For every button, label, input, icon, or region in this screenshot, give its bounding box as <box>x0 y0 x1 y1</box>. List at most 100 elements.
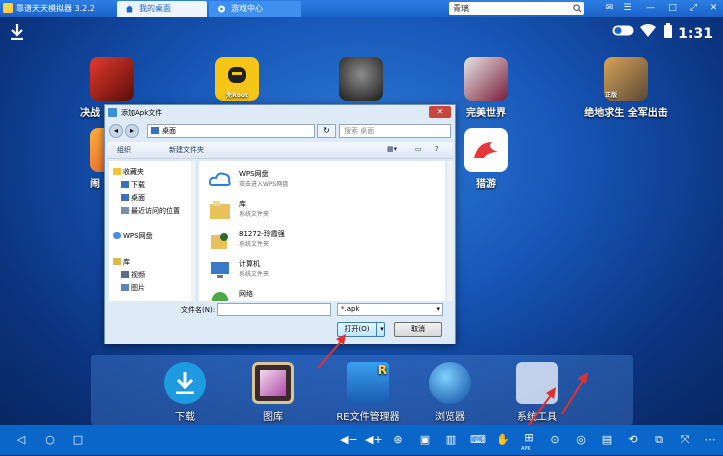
skin-icon[interactable]: ✉ <box>604 3 615 14</box>
location-icon[interactable]: ⊙ <box>548 433 562 447</box>
chevron-down-icon: ▾ <box>436 305 440 313</box>
dock-label: RE文件管理器 <box>336 412 400 423</box>
dock-label: 图库 <box>263 412 283 423</box>
tab-game-center[interactable]: 游戏中心 <box>209 1 301 17</box>
keyboard-icon[interactable]: ⌨ <box>470 433 486 447</box>
gamepad-tool-icon[interactable]: ⊛ <box>391 433 405 447</box>
add-apk-icon[interactable]: ⊞ APK <box>521 431 536 452</box>
nav-desktop[interactable]: 桌面 <box>131 193 145 203</box>
open-dropdown-button[interactable]: ▾ <box>376 322 387 337</box>
folder-icon <box>151 127 159 134</box>
organize-menu[interactable]: 组织 <box>117 145 131 155</box>
shark-icon <box>474 142 498 158</box>
dialog-app-icon <box>108 108 117 117</box>
rotate-icon[interactable]: ⟲ <box>626 433 640 447</box>
back-icon[interactable]: ◁ <box>14 433 28 447</box>
volume-down-icon[interactable]: ◀− <box>340 433 358 447</box>
dock-re-file-manager[interactable]: R RE文件管理器 <box>320 362 416 423</box>
address-bar[interactable]: 桌面 <box>147 124 315 138</box>
gamepad-icon <box>217 5 226 13</box>
file-sub: 双击进入WPS网盘 <box>239 181 289 188</box>
nav-library[interactable]: 库 <box>123 257 130 267</box>
annotation-arrow-tools <box>561 372 588 415</box>
app-icon-juezhan <box>90 57 134 101</box>
recents-icon[interactable]: □ <box>71 433 85 447</box>
file-type-value: *.apk <box>341 305 360 313</box>
new-folder-button[interactable]: 新建文件夹 <box>169 145 204 155</box>
volume-up-icon[interactable]: ◀+ <box>365 433 383 447</box>
fullscreen-button[interactable]: ⤢ <box>688 3 699 14</box>
nav-videos[interactable]: 视频 <box>131 270 145 280</box>
forward-button[interactable]: ▸ <box>125 124 139 138</box>
file-type-select[interactable]: *.apk ▾ <box>337 303 443 316</box>
app-root-tool[interactable]: 免Root <box>197 57 277 104</box>
nav-pictures[interactable]: 图片 <box>131 283 145 293</box>
star-icon <box>113 168 121 175</box>
help-icon[interactable]: ? <box>435 145 439 153</box>
nav-scrollbar[interactable] <box>191 161 196 301</box>
annotation-arrow-open <box>317 334 346 369</box>
nav-downloads[interactable]: 下载 <box>131 180 145 190</box>
dock-download[interactable]: 下载 <box>145 362 225 423</box>
home-button-icon[interactable]: ○ <box>43 433 57 447</box>
file-name: 计算机 <box>239 260 260 268</box>
dock-browser[interactable]: 浏览器 <box>410 362 490 423</box>
nav-wps-drive[interactable]: WPS网盘 <box>123 231 153 241</box>
app-logo <box>3 3 13 13</box>
file-sub: 系统文件夹 <box>239 211 270 218</box>
file-name: 库 <box>239 200 246 208</box>
screenshot-icon[interactable]: ◎ <box>574 433 588 447</box>
app-wanmei-shijie[interactable]: 完美世界 <box>446 57 526 119</box>
video-icon <box>121 271 129 278</box>
dialog-title: 添加Apk文件 <box>121 109 163 117</box>
search-input[interactable]: 青璃 <box>449 2 584 15</box>
multi-open-icon[interactable]: ⧉ <box>652 433 666 447</box>
tab-my-desktop[interactable]: 我的桌面 <box>117 1 207 17</box>
download-arrow-icon <box>176 372 194 394</box>
filename-input[interactable] <box>217 303 331 316</box>
root-badge: 免Root <box>226 92 248 99</box>
app-label: 完美世界 <box>466 108 506 119</box>
minimize-button[interactable]: — <box>645 3 656 14</box>
search-icon[interactable] <box>573 4 582 13</box>
library-folder-icon <box>210 201 230 219</box>
view-options-icon[interactable]: ▦▾ <box>387 145 397 153</box>
trash-icon[interactable]: ▥ <box>444 433 458 447</box>
back-button[interactable]: ◂ <box>109 124 123 138</box>
dialog-close-button[interactable]: ✕ <box>429 106 451 118</box>
dock-gallery[interactable]: 图库 <box>233 362 313 423</box>
library-icon <box>113 258 121 265</box>
wps-cloud-icon <box>209 172 231 186</box>
app-lieyou[interactable]: 猎游 <box>446 128 526 190</box>
shared-folder-icon[interactable]: ▤ <box>600 433 614 447</box>
more-icon[interactable]: ⋯ <box>703 433 717 447</box>
app-dark-game[interactable] <box>321 57 401 104</box>
cancel-button[interactable]: 取消 <box>394 322 442 337</box>
close-button[interactable]: ✕ <box>708 3 719 14</box>
nav-favorites[interactable]: 收藏夹 <box>123 167 144 177</box>
file-sub: 系统文件夹 <box>239 241 270 248</box>
menu-icon[interactable]: ☰ <box>622 3 633 14</box>
bee-icon <box>228 67 246 83</box>
status-time: 1:31 <box>678 26 713 42</box>
tab-label: 我的桌面 <box>139 4 171 13</box>
nav-recent[interactable]: 最近访问的位置 <box>131 206 180 216</box>
download-icon[interactable] <box>10 24 24 40</box>
re-letter-icon: R <box>377 363 387 377</box>
toggle-icon <box>612 25 634 36</box>
refresh-button[interactable]: ↻ <box>317 124 336 138</box>
app-icon-root: 免Root <box>215 57 259 101</box>
desktop-folder-icon <box>121 194 129 201</box>
shake-icon[interactable]: ✋ <box>496 433 510 447</box>
fullscreen-icon[interactable]: ⤧ <box>678 433 692 447</box>
dialog-search-input[interactable]: 搜索 桌面 <box>339 124 451 138</box>
app-pubg[interactable]: 正版 绝地求生 全军出击 <box>571 57 681 119</box>
search-value: 青璃 <box>453 4 469 13</box>
maximize-button[interactable]: □ <box>667 3 678 14</box>
apk-label: APK <box>521 446 531 452</box>
preview-pane-icon[interactable]: ▭ <box>415 145 422 153</box>
folder-tool-icon[interactable]: ▣ <box>418 433 432 447</box>
dialog-bottom: 文件名(N): *.apk ▾ 打开(O) ▾ 取消 <box>105 301 455 344</box>
cloud-icon <box>113 232 121 239</box>
file-list-scrollbar[interactable] <box>447 161 453 301</box>
